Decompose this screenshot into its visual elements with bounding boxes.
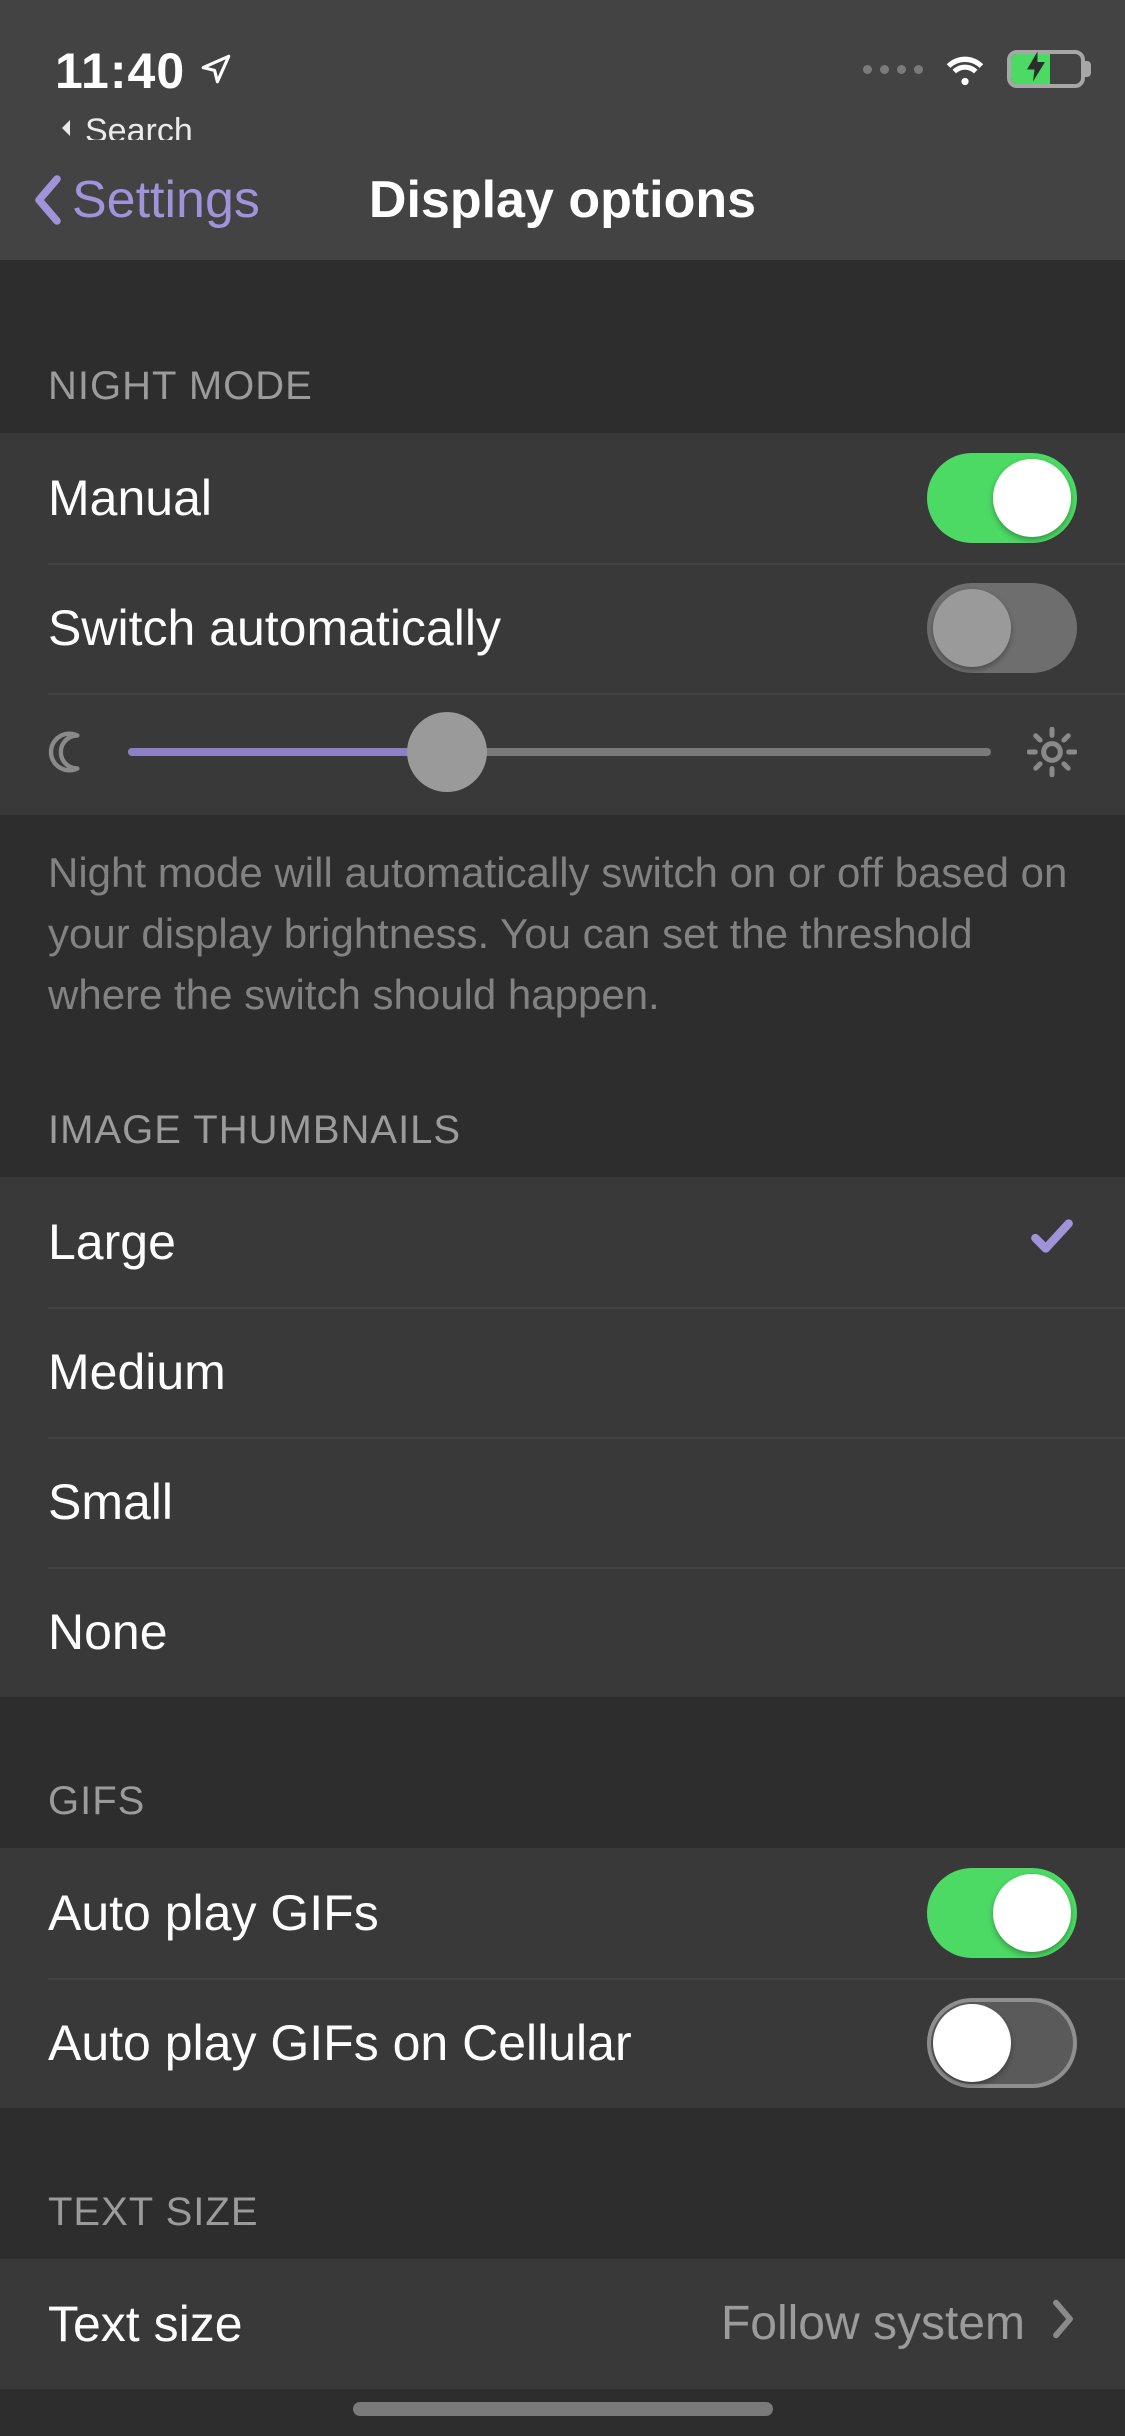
night-mode-footer: Night mode will automatically switch on …	[0, 815, 1125, 1026]
text-size-label: Text size	[48, 2295, 243, 2353]
row-text-size[interactable]: Text size Follow system	[0, 2259, 1125, 2389]
section-header-gifs: GIFS	[0, 1697, 1125, 1848]
signal-indicator	[863, 65, 923, 74]
row-manual[interactable]: Manual	[0, 433, 1125, 563]
manual-label: Manual	[48, 469, 212, 527]
text-size-value: Follow system	[721, 2296, 1025, 2351]
option-label: Large	[48, 1213, 176, 1271]
auto-switch-label: Switch automatically	[48, 599, 501, 657]
status-bar: 11:40 Search	[0, 0, 1125, 140]
section-header-thumbnails: IMAGE THUMBNAILS	[0, 1026, 1125, 1177]
location-icon	[199, 52, 233, 91]
manual-toggle[interactable]	[927, 453, 1077, 543]
thumbnail-option-small[interactable]: Small	[0, 1437, 1125, 1567]
moon-icon	[48, 730, 92, 774]
autoplay-gifs-toggle[interactable]	[927, 1868, 1077, 1958]
page-title: Display options	[369, 170, 756, 230]
option-label: Medium	[48, 1343, 226, 1401]
autoplay-gifs-label: Auto play GIFs	[48, 1884, 379, 1942]
home-indicator[interactable]	[353, 2402, 773, 2416]
chevron-right-icon	[1049, 2295, 1077, 2353]
back-button[interactable]: Settings	[30, 170, 260, 230]
charging-icon	[1026, 52, 1046, 87]
brightness-threshold-slider-row	[0, 693, 1125, 815]
autoplay-cellular-toggle[interactable]	[927, 1998, 1077, 2088]
slider-thumb[interactable]	[407, 712, 487, 792]
row-switch-automatically[interactable]: Switch automatically	[0, 563, 1125, 693]
back-label: Settings	[72, 170, 260, 230]
autoplay-cellular-label: Auto play GIFs on Cellular	[48, 2014, 632, 2072]
slider-fill	[128, 748, 447, 756]
thumbnail-option-medium[interactable]: Medium	[0, 1307, 1125, 1437]
option-label: None	[48, 1603, 168, 1661]
row-autoplay-gifs-cellular[interactable]: Auto play GIFs on Cellular	[0, 1978, 1125, 2108]
auto-switch-toggle[interactable]	[927, 583, 1077, 673]
thumbnail-option-large[interactable]: Large	[0, 1177, 1125, 1307]
status-time: 11:40	[55, 42, 185, 100]
nav-bar: Settings Display options	[0, 140, 1125, 260]
checkmark-icon	[1027, 1211, 1077, 1273]
sun-icon	[1027, 727, 1077, 777]
option-label: Small	[48, 1473, 173, 1531]
wifi-icon	[941, 50, 989, 88]
section-header-text-size: TEXT SIZE	[0, 2108, 1125, 2259]
battery-indicator	[1007, 50, 1085, 88]
brightness-slider[interactable]	[128, 748, 991, 756]
section-header-night-mode: NIGHT MODE	[0, 260, 1125, 433]
row-autoplay-gifs[interactable]: Auto play GIFs	[0, 1848, 1125, 1978]
chevron-left-icon	[30, 173, 66, 227]
thumbnail-option-none[interactable]: None	[0, 1567, 1125, 1697]
